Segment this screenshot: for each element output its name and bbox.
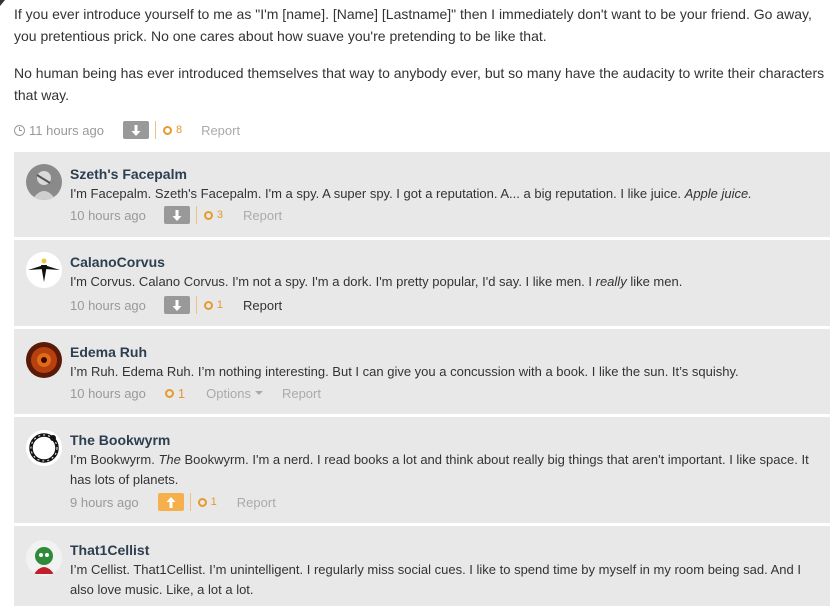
comment-item: Edema Ruh I’m Ruh. Edema Ruh. I’m nothin… bbox=[14, 329, 830, 414]
comment-text: I'm Corvus. Calano Corvus. I'm not a spy… bbox=[70, 274, 683, 289]
post-timestamp: 11 hours ago bbox=[14, 123, 104, 138]
score-dot-icon bbox=[162, 125, 172, 135]
comment-score: 1 bbox=[197, 496, 217, 508]
post-score: 8 bbox=[162, 124, 183, 136]
vote-divider bbox=[154, 121, 156, 139]
comment-score: 1 bbox=[164, 386, 185, 401]
downvote-button[interactable] bbox=[122, 121, 149, 139]
comment-time: 10 hours ago bbox=[70, 297, 146, 313]
post-paragraph-2: No human being has ever introduced thems… bbox=[14, 65, 825, 103]
caret-down-icon bbox=[254, 391, 263, 395]
comment-score: 3 bbox=[203, 209, 223, 221]
comment-item: The Bookwyrm I'm Bookwyrm. The Bookwyrm.… bbox=[14, 417, 830, 523]
post-time-text: 11 hours ago bbox=[29, 122, 104, 138]
comment-time: 10 hours ago bbox=[70, 385, 146, 401]
downvote-arrow-icon bbox=[172, 209, 182, 221]
avatar-that1cellist-icon bbox=[26, 540, 62, 576]
score-dot-icon bbox=[164, 388, 174, 398]
upvote-arrow-icon bbox=[166, 496, 176, 508]
comment-time: 9 hours ago bbox=[70, 494, 139, 510]
score-dot-icon bbox=[197, 497, 207, 507]
comment-report-link[interactable]: Report bbox=[282, 386, 321, 401]
comment-item: CalanoCorvus I'm Corvus. Calano Corvus. … bbox=[14, 240, 830, 326]
vote-divider bbox=[195, 296, 197, 314]
comment-meta: 10 hours ago 3 Report bbox=[70, 204, 822, 226]
post-meta: 11 hours ago 8 Report bbox=[14, 119, 830, 141]
post-paragraph-1: If you ever introduce yourself to me as … bbox=[14, 6, 812, 44]
comment-item: Szeth's Facepalm I'm Facepalm. Szeth's F… bbox=[14, 152, 830, 237]
score-dot-icon bbox=[203, 210, 213, 220]
score-dot-icon bbox=[203, 300, 213, 310]
upvote-button[interactable] bbox=[157, 493, 184, 511]
comment-text: I’m Cellist. That1Cellist. I’m unintelli… bbox=[70, 562, 801, 597]
corner-mark bbox=[0, 0, 5, 6]
comment-report-link[interactable]: Report bbox=[243, 208, 282, 223]
clock-icon bbox=[14, 124, 25, 136]
downvote-arrow-icon bbox=[172, 299, 182, 311]
avatar[interactable] bbox=[26, 430, 62, 466]
comment-author[interactable]: That1Cellist bbox=[70, 540, 822, 560]
post-report-link[interactable]: Report bbox=[201, 123, 240, 138]
comment-report-link[interactable]: Report bbox=[243, 298, 282, 313]
comment-author[interactable]: The Bookwyrm bbox=[70, 430, 822, 450]
comment-report-link[interactable]: Report bbox=[237, 495, 276, 510]
comment-author[interactable]: Szeth's Facepalm bbox=[70, 164, 822, 184]
downvote-button[interactable] bbox=[163, 206, 190, 224]
comment-meta: 9 hours ago 1 Report bbox=[70, 491, 822, 513]
comment-author[interactable]: Edema Ruh bbox=[70, 342, 822, 362]
comment-list: Szeth's Facepalm I'm Facepalm. Szeth's F… bbox=[14, 152, 830, 609]
comment-meta: 10 hours ago 1 Report bbox=[70, 294, 822, 316]
avatar[interactable] bbox=[26, 164, 62, 200]
comment-text: I'm Bookwyrm. The Bookwyrm. I'm a nerd. … bbox=[70, 452, 809, 487]
avatar-bookwyrm-icon bbox=[26, 430, 62, 466]
comment-text: I’m Ruh. Edema Ruh. I’m nothing interest… bbox=[70, 364, 739, 379]
comment-meta: 10 hours ago 1 Options Report bbox=[70, 382, 822, 404]
comment-author[interactable]: CalanoCorvus bbox=[70, 252, 822, 272]
downvote-arrow-icon bbox=[131, 124, 141, 136]
avatar[interactable] bbox=[26, 252, 62, 288]
avatar-szeths-facepalm-icon bbox=[26, 164, 62, 200]
avatar[interactable] bbox=[26, 540, 62, 576]
downvote-button[interactable] bbox=[163, 296, 190, 314]
original-post: If you ever introduce yourself to me as … bbox=[14, 3, 830, 141]
comment-text: I'm Facepalm. Szeth's Facepalm. I'm a sp… bbox=[70, 186, 752, 201]
vote-divider bbox=[189, 493, 191, 511]
comment-time: 10 hours ago bbox=[70, 207, 146, 223]
avatar-calanocorvus-icon bbox=[26, 252, 62, 288]
options-dropdown[interactable]: Options bbox=[206, 386, 263, 401]
avatar[interactable] bbox=[26, 342, 62, 378]
avatar-edema-ruh-icon bbox=[26, 342, 62, 378]
post-score-value: 8 bbox=[175, 124, 183, 136]
vote-divider bbox=[195, 206, 197, 224]
comment-score: 1 bbox=[203, 299, 223, 311]
comment-item: That1Cellist I’m Cellist. That1Cellist. … bbox=[14, 526, 830, 606]
